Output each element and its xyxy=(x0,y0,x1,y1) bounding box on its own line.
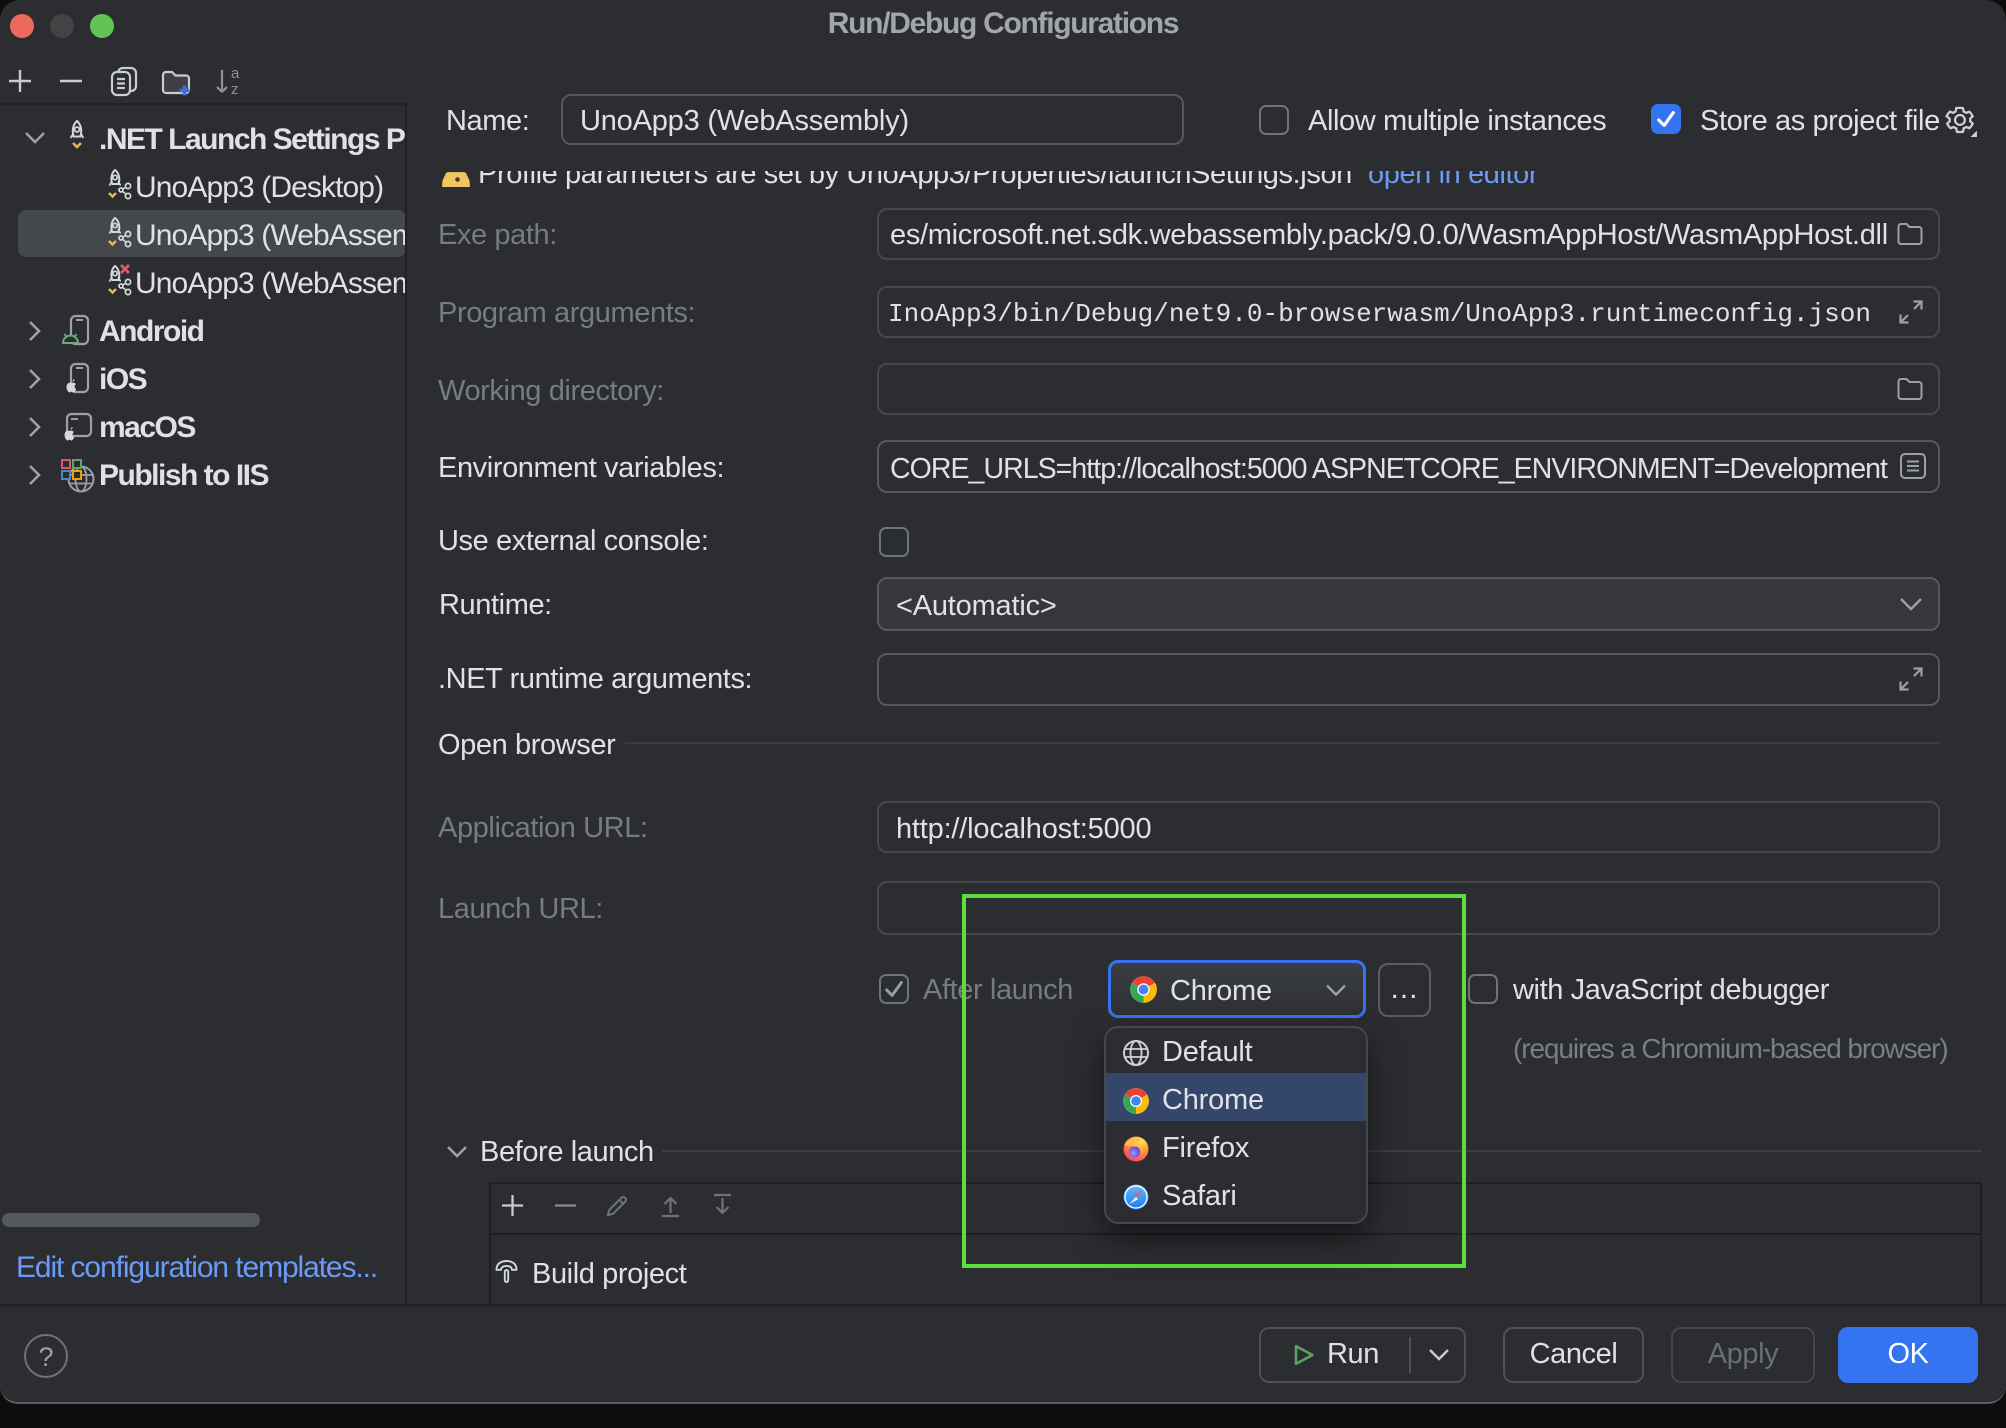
svg-text:z: z xyxy=(231,81,239,98)
svg-text:a: a xyxy=(231,65,240,82)
